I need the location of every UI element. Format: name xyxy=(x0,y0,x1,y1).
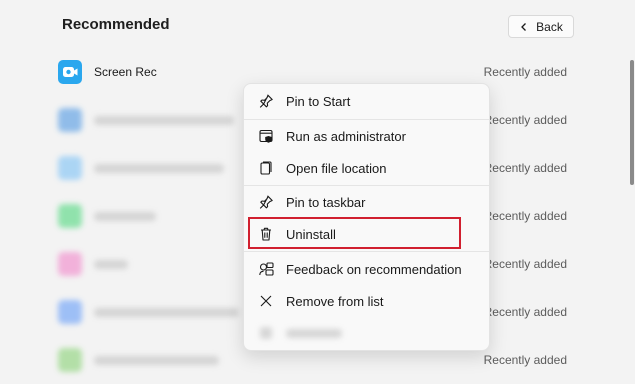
app-icon xyxy=(58,156,82,180)
blurred-app-name xyxy=(94,356,219,365)
menu-item-run-as-administrator[interactable]: Run as administrator xyxy=(244,121,489,151)
blurred-icon xyxy=(258,325,274,341)
menu-item-label: Remove from list xyxy=(286,294,384,309)
context-menu: Pin to Start Run as administrator Open f… xyxy=(243,83,490,351)
recently-added-label: Recently added xyxy=(483,209,567,223)
recently-added-label: Recently added xyxy=(483,65,567,79)
shield-window-icon xyxy=(258,128,274,144)
recently-added-label: Recently added xyxy=(483,257,567,271)
recently-added-label: Recently added xyxy=(483,353,567,367)
app-icon xyxy=(58,300,82,324)
blurred-app-name xyxy=(94,164,224,173)
app-name: Screen Rec xyxy=(94,65,157,79)
blurred-app-name xyxy=(94,116,234,125)
chevron-left-icon xyxy=(521,22,527,31)
menu-item-label: Feedback on recommendation xyxy=(286,262,462,277)
pin-icon xyxy=(258,194,274,210)
menu-item-feedback-on-recommendation[interactable]: Feedback on recommendation xyxy=(244,254,489,284)
menu-item-open-file-location[interactable]: Open file location xyxy=(244,153,489,183)
menu-divider xyxy=(244,185,489,186)
menu-item-label: Run as administrator xyxy=(286,129,406,144)
blurred-menu-label xyxy=(286,329,342,338)
app-icon xyxy=(58,348,82,372)
recently-added-label: Recently added xyxy=(483,113,567,127)
menu-item-remove-from-list[interactable]: Remove from list xyxy=(244,286,489,316)
app-icon xyxy=(58,252,82,276)
folder-file-icon xyxy=(258,160,274,176)
recently-added-label: Recently added xyxy=(483,161,567,175)
menu-divider xyxy=(244,119,489,120)
back-label: Back xyxy=(536,19,563,34)
blurred-app-name xyxy=(94,308,239,317)
pin-icon xyxy=(258,93,274,109)
scrollbar-thumb[interactable] xyxy=(630,60,634,185)
menu-item-label: Pin to Start xyxy=(286,94,351,109)
app-icon xyxy=(58,204,82,228)
blurred-app-name xyxy=(94,260,128,269)
close-icon xyxy=(258,293,274,309)
feedback-icon xyxy=(258,261,274,277)
screen-rec-app-icon xyxy=(58,60,82,84)
menu-divider xyxy=(244,251,489,252)
app-icon xyxy=(58,108,82,132)
menu-item-pin-to-taskbar[interactable]: Pin to taskbar xyxy=(244,187,489,217)
menu-item-pin-to-start[interactable]: Pin to Start xyxy=(244,86,489,116)
page-title: Recommended xyxy=(62,16,170,33)
menu-item-label: Open file location xyxy=(286,161,387,176)
back-button[interactable]: Back xyxy=(508,15,574,38)
menu-item-label: Pin to taskbar xyxy=(286,195,366,210)
blurred-app-name xyxy=(94,212,156,221)
recently-added-label: Recently added xyxy=(483,305,567,319)
menu-item-blurred[interactable] xyxy=(244,318,489,348)
uninstall-highlight-box xyxy=(248,217,461,249)
